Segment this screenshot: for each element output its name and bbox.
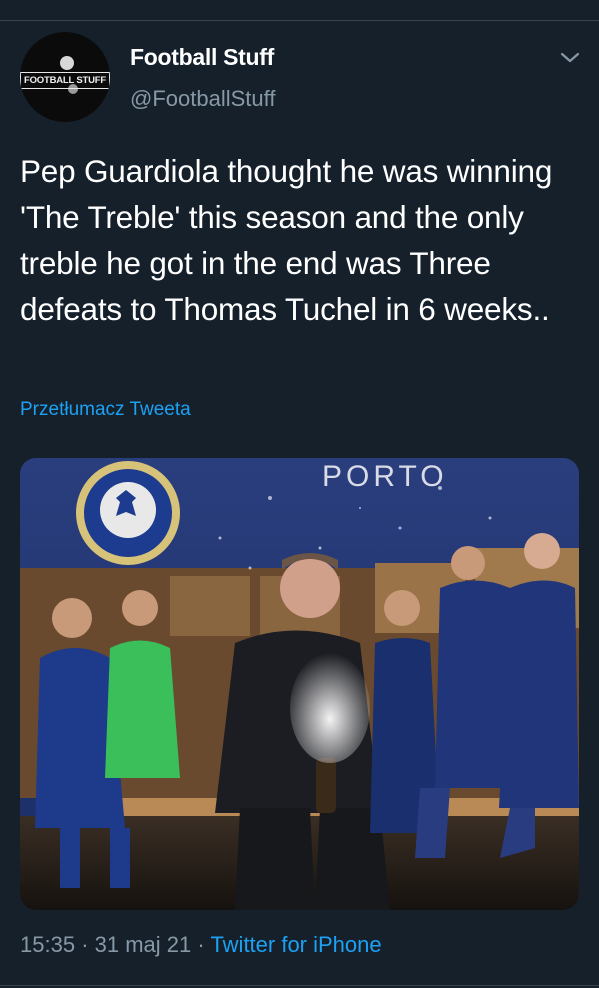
meta-separator: · xyxy=(81,932,89,957)
tweet-photo[interactable]: PORTO xyxy=(20,458,579,910)
top-divider xyxy=(0,20,599,21)
chevron-down-icon[interactable] xyxy=(558,48,582,68)
author-display-name[interactable]: Football Stuff xyxy=(130,44,274,71)
avatar[interactable]: FOOTBALL STUFF xyxy=(20,32,110,122)
avatar-ball-graphic xyxy=(60,56,74,70)
bottom-divider xyxy=(0,985,599,986)
tweet-date[interactable]: 31 maj 21 xyxy=(95,932,192,957)
author-handle[interactable]: @FootballStuff xyxy=(130,86,275,112)
tweet-meta: 15:35 · 31 maj 21 · Twitter for iPhone xyxy=(20,932,382,958)
avatar-logo-text: FOOTBALL STUFF xyxy=(20,71,110,89)
tweet-source-link[interactable]: Twitter for iPhone xyxy=(210,932,381,957)
tweet-text: Pep Guardiola thought he was winning 'Th… xyxy=(20,153,553,327)
tweet-time[interactable]: 15:35 xyxy=(20,932,75,957)
meta-separator: · xyxy=(197,932,205,957)
banner-porto-text: PORTO xyxy=(322,460,448,493)
translate-tweet-link[interactable]: Przetłumacz Tweeta xyxy=(20,399,191,421)
photo-illustration xyxy=(20,458,579,910)
